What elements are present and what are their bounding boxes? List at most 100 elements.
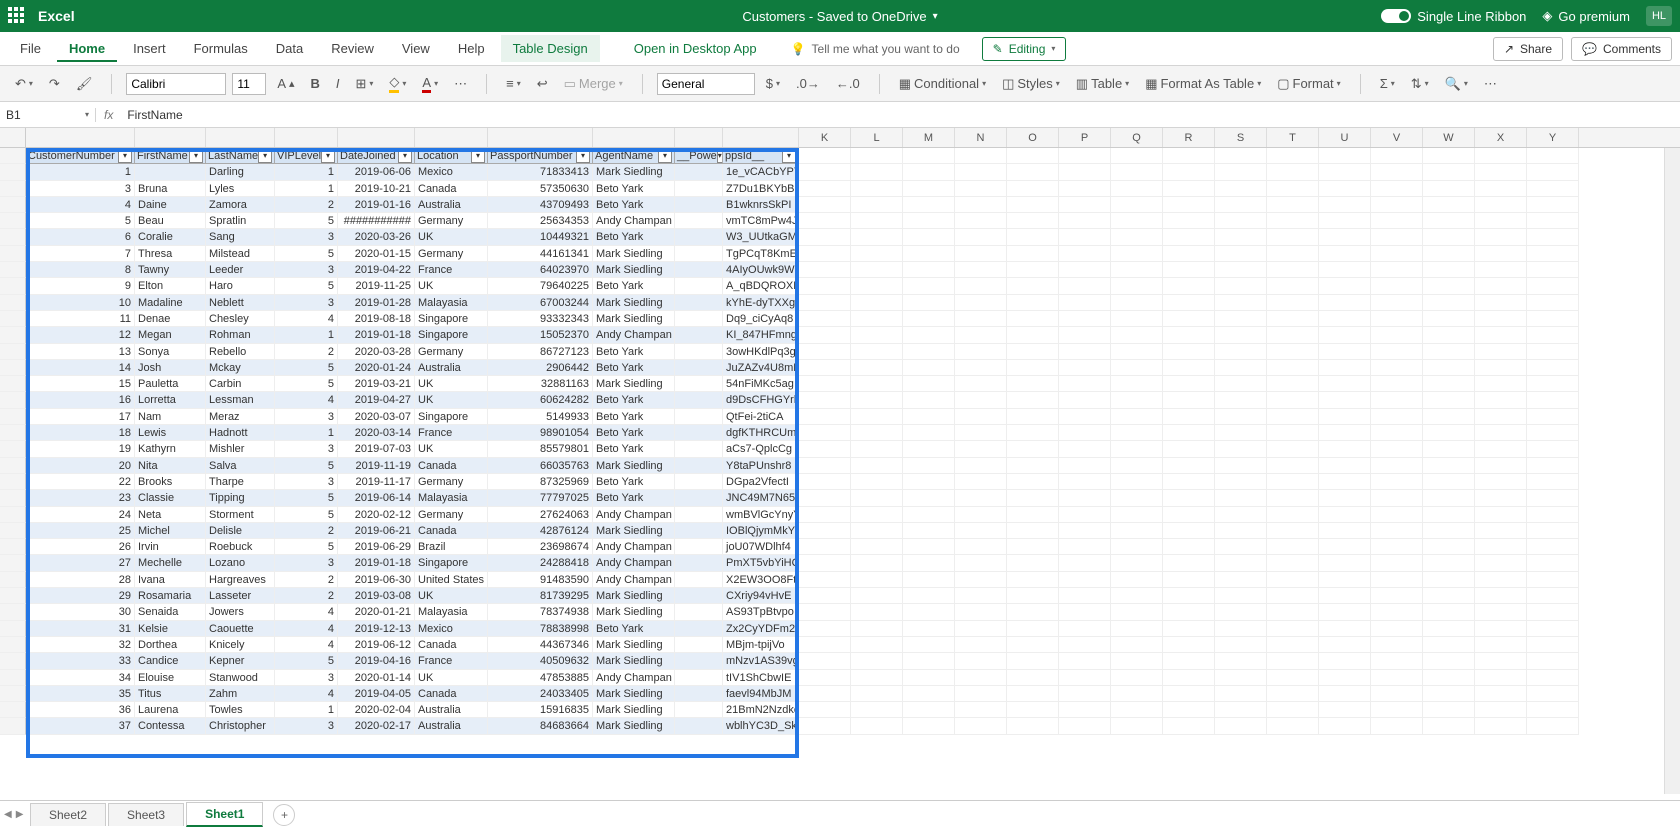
empty-cell[interactable]: [1059, 425, 1111, 441]
empty-cell[interactable]: [1215, 474, 1267, 490]
empty-cell[interactable]: [1163, 376, 1215, 392]
empty-cell[interactable]: [1163, 295, 1215, 311]
data-cell[interactable]: 3owHKdlPq3g: [723, 344, 799, 360]
format-button[interactable]: ▢ Format ▾: [1272, 73, 1345, 95]
tell-me-search[interactable]: 💡 Tell me what you want to do: [791, 42, 960, 56]
filter-icon[interactable]: ▾: [471, 149, 485, 163]
empty-cell[interactable]: [1475, 441, 1527, 457]
data-cell[interactable]: 87325969: [488, 474, 593, 490]
data-cell[interactable]: JNC49M7N65M: [723, 490, 799, 506]
data-cell[interactable]: [675, 197, 723, 213]
data-cell[interactable]: 25: [26, 523, 135, 539]
data-cell[interactable]: Germany: [415, 474, 488, 490]
empty-cell[interactable]: [1371, 164, 1423, 180]
empty-cell[interactable]: [1111, 392, 1163, 408]
data-cell[interactable]: 27: [26, 555, 135, 571]
data-cell[interactable]: Brazil: [415, 539, 488, 555]
data-cell[interactable]: [675, 278, 723, 294]
empty-cell[interactable]: [1319, 344, 1371, 360]
currency-button[interactable]: $▾: [761, 73, 785, 94]
empty-cell[interactable]: [1267, 278, 1319, 294]
data-cell[interactable]: Lozano: [206, 555, 275, 571]
empty-cell[interactable]: [1059, 246, 1111, 262]
empty-cell[interactable]: [799, 539, 851, 555]
empty-cell[interactable]: [1267, 653, 1319, 669]
data-cell[interactable]: 10: [26, 295, 135, 311]
empty-cell[interactable]: [1371, 376, 1423, 392]
empty-cell[interactable]: [1163, 507, 1215, 523]
data-cell[interactable]: Madaline: [135, 295, 206, 311]
empty-cell[interactable]: [799, 344, 851, 360]
data-cell[interactable]: 37: [26, 718, 135, 734]
empty-cell[interactable]: [799, 164, 851, 180]
data-cell[interactable]: 2019-11-25: [338, 278, 415, 294]
data-cell[interactable]: Beto Yark: [593, 441, 675, 457]
empty-cell[interactable]: [1163, 164, 1215, 180]
empty-cell[interactable]: [1475, 670, 1527, 686]
empty-cell[interactable]: [1111, 555, 1163, 571]
empty-cell[interactable]: [1475, 474, 1527, 490]
data-cell[interactable]: United States: [415, 572, 488, 588]
empty-cell[interactable]: [1371, 344, 1423, 360]
data-cell[interactable]: 2019-08-18: [338, 311, 415, 327]
data-cell[interactable]: 5: [26, 213, 135, 229]
empty-cell[interactable]: [1371, 653, 1423, 669]
data-cell[interactable]: Mark Siedling: [593, 376, 675, 392]
empty-cell[interactable]: [903, 409, 955, 425]
empty-cell[interactable]: [1319, 653, 1371, 669]
empty-cell[interactable]: [1527, 653, 1579, 669]
data-cell[interactable]: Ivana: [135, 572, 206, 588]
data-cell[interactable]: CXriy94vHvE: [723, 588, 799, 604]
data-cell[interactable]: Australia: [415, 360, 488, 376]
empty-cell[interactable]: [1163, 555, 1215, 571]
empty-cell[interactable]: [903, 572, 955, 588]
empty-cell[interactable]: [1527, 262, 1579, 278]
data-cell[interactable]: [675, 295, 723, 311]
data-cell[interactable]: 30: [26, 604, 135, 620]
empty-cell[interactable]: [1371, 718, 1423, 734]
empty-cell[interactable]: [1319, 702, 1371, 718]
empty-cell[interactable]: [1163, 441, 1215, 457]
column-header-U[interactable]: U: [1319, 128, 1371, 147]
data-cell[interactable]: 15916835: [488, 702, 593, 718]
empty-cell[interactable]: [1423, 637, 1475, 653]
empty-cell[interactable]: [1475, 686, 1527, 702]
data-cell[interactable]: 2020-01-24: [338, 360, 415, 376]
data-cell[interactable]: Germany: [415, 246, 488, 262]
empty-cell[interactable]: [955, 278, 1007, 294]
data-cell[interactable]: 2019-04-27: [338, 392, 415, 408]
empty-cell[interactable]: [1475, 197, 1527, 213]
data-cell[interactable]: 2: [275, 572, 338, 588]
empty-cell[interactable]: [1371, 360, 1423, 376]
data-cell[interactable]: 3: [275, 262, 338, 278]
data-cell[interactable]: France: [415, 425, 488, 441]
empty-cell[interactable]: [903, 213, 955, 229]
empty-cell[interactable]: [955, 376, 1007, 392]
empty-cell[interactable]: [1475, 246, 1527, 262]
empty-cell[interactable]: [1267, 344, 1319, 360]
data-cell[interactable]: 32881163: [488, 376, 593, 392]
empty-cell[interactable]: [1371, 637, 1423, 653]
data-cell[interactable]: UK: [415, 278, 488, 294]
data-cell[interactable]: 23698674: [488, 539, 593, 555]
font-color-button[interactable]: A▾: [417, 72, 443, 96]
data-cell[interactable]: 71833413: [488, 164, 593, 180]
empty-cell[interactable]: [1475, 718, 1527, 734]
empty-cell[interactable]: [1111, 262, 1163, 278]
empty-cell[interactable]: [799, 637, 851, 653]
data-cell[interactable]: 17: [26, 409, 135, 425]
empty-cell[interactable]: [1059, 295, 1111, 311]
row-header[interactable]: [0, 588, 26, 604]
data-cell[interactable]: Mark Siedling: [593, 523, 675, 539]
empty-cell[interactable]: [1007, 197, 1059, 213]
empty-cell[interactable]: [1163, 702, 1215, 718]
empty-cell[interactable]: [1007, 164, 1059, 180]
empty-cell[interactable]: [1007, 490, 1059, 506]
empty-cell[interactable]: [1267, 539, 1319, 555]
empty-cell[interactable]: [851, 246, 903, 262]
empty-cell[interactable]: [851, 686, 903, 702]
data-cell[interactable]: [675, 670, 723, 686]
data-cell[interactable]: Neblett: [206, 295, 275, 311]
empty-cell[interactable]: [1163, 278, 1215, 294]
autosum-button[interactable]: Σ▾: [1375, 73, 1400, 94]
